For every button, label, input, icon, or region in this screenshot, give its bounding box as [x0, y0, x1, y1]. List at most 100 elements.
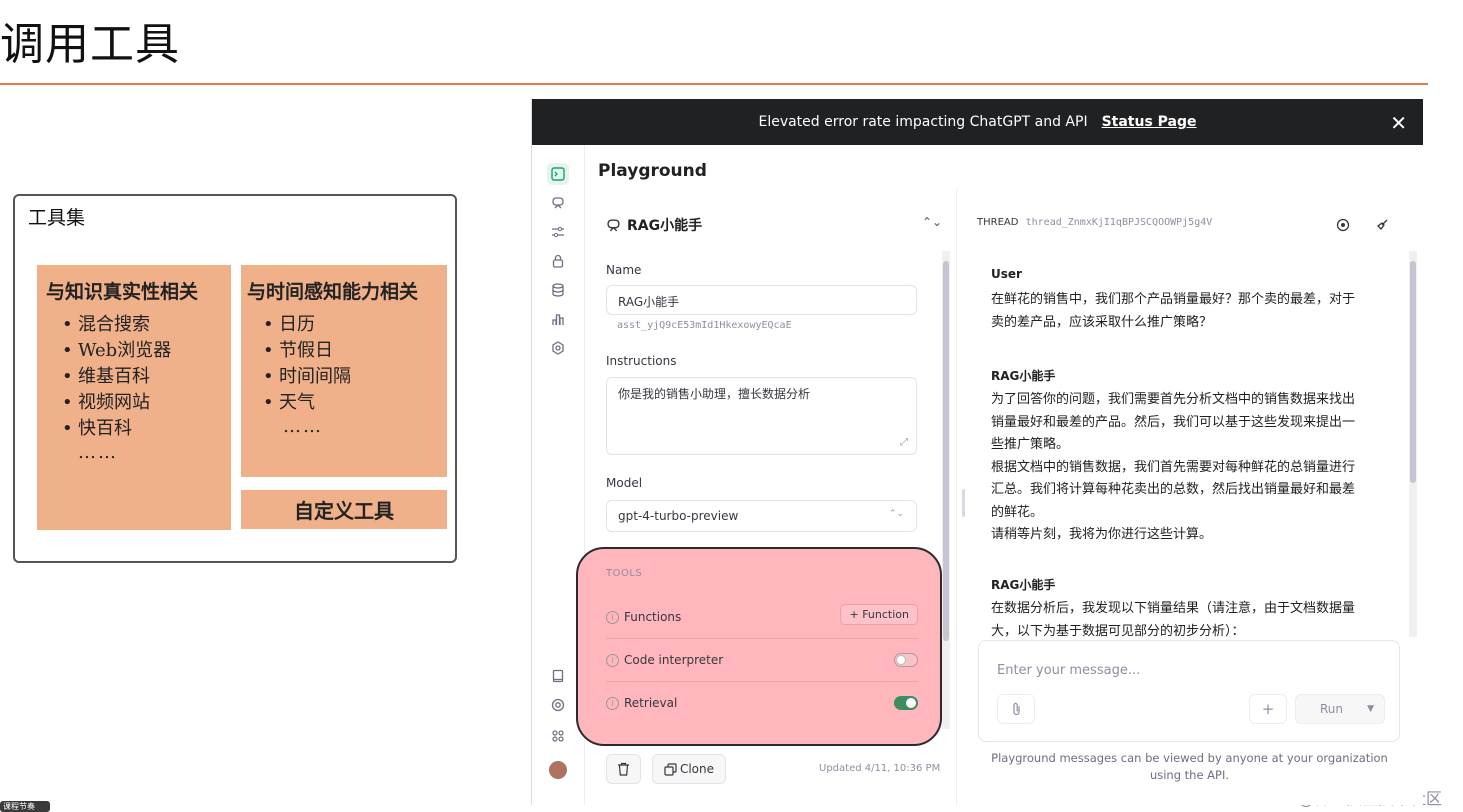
close-icon[interactable]: ✕ — [1390, 111, 1407, 135]
time-tools-card: 与时间感知能力相关 日历 节假日 时间间隔 天气 …… — [241, 265, 447, 477]
paperclip-icon — [1012, 702, 1020, 716]
knowledge-more: …… — [78, 442, 118, 463]
avatar[interactable] — [549, 761, 567, 779]
resize-handle[interactable] — [962, 489, 965, 517]
divider — [606, 681, 918, 682]
clone-label: Clone — [679, 762, 715, 776]
run-label: Run — [1320, 702, 1344, 716]
usage-chart-icon[interactable] — [547, 308, 569, 330]
clear-thread-icon[interactable] — [1375, 217, 1389, 236]
copy-icon — [664, 762, 677, 776]
message-role: RAG小能手 — [991, 578, 1056, 592]
settings-icon[interactable] — [547, 337, 569, 359]
assistant-name: RAG小能手 — [627, 218, 703, 234]
toggle-knob — [896, 655, 906, 665]
terminal-icon[interactable] — [547, 163, 569, 185]
custom-tools-card: 自定义工具 — [241, 490, 447, 529]
message-text: 为了回答你的问题，我们需要首先分析文档中的销售数据来找出销量最好和最差的产品。然… — [991, 392, 1356, 542]
database-icon[interactable] — [547, 279, 569, 301]
run-button[interactable]: Run ▼ — [1295, 694, 1385, 724]
scrollbar-thumb[interactable] — [1410, 261, 1416, 483]
playground-window: Elevated error rate impacting ChatGPT an… — [531, 99, 1423, 805]
instructions-field[interactable]: 你是我的销售小助理，擅长数据分析 ⤢ — [606, 377, 917, 455]
book-icon[interactable] — [547, 665, 569, 687]
list-item: Web浏览器 — [62, 338, 231, 364]
config-scrollbar[interactable] — [942, 251, 950, 729]
assistant-icon — [607, 218, 620, 231]
corner-tag: 课程节奏 — [0, 801, 50, 812]
divider — [606, 638, 918, 639]
info-icon[interactable]: i — [606, 653, 619, 667]
privacy-disclaimer: Playground messages can be viewed by any… — [991, 751, 1388, 782]
instructions-text: 你是我的销售小助理，擅长数据分析 — [618, 387, 811, 401]
tool-retrieval: i Retrieval — [606, 692, 918, 714]
list-item: 维基百科 — [62, 364, 231, 390]
chevron-updown-icon[interactable]: ⌃⌄ — [922, 215, 942, 229]
attach-button[interactable] — [997, 694, 1035, 724]
name-label: Name — [606, 263, 642, 277]
message-role: RAG小能手 — [991, 369, 1056, 383]
list-item: 视频网站 — [62, 390, 231, 416]
tools-section: TOOLS i Functions + Function i Code inte… — [576, 547, 942, 746]
record-icon[interactable] — [1336, 217, 1350, 236]
assistant-id: asst_yjQ9cE53mId1HkexowyEQcaE — [617, 320, 792, 331]
title-divider — [0, 83, 1428, 85]
info-icon[interactable]: i — [606, 610, 619, 624]
banner-message: Elevated error rate impacting ChatGPT an… — [758, 114, 1088, 130]
tool-label: Functions — [624, 610, 682, 624]
clone-button[interactable]: Clone — [652, 754, 726, 784]
info-icon[interactable]: i — [606, 696, 619, 710]
sliders-icon[interactable] — [547, 221, 569, 243]
time-heading: 与时间感知能力相关 — [247, 281, 419, 303]
thread-label: THREAD — [977, 217, 1019, 228]
panel-divider — [956, 189, 957, 805]
toggle-knob — [906, 698, 916, 708]
list-item: 节假日 — [263, 338, 447, 364]
list-item: 时间间隔 — [263, 364, 447, 390]
list-item: 天气 — [263, 390, 447, 416]
tools-label: TOOLS — [606, 568, 643, 579]
help-icon[interactable] — [547, 694, 569, 716]
list-item: 日历 — [263, 312, 447, 338]
slide-title: 调用工具 — [0, 19, 180, 70]
model-select[interactable]: gpt-4-turbo-preview ⌃⌄ — [606, 500, 917, 532]
knowledge-list: 混合搜索 Web浏览器 维基百科 视频网站 快百科 — [46, 312, 231, 442]
toolset-title: 工具集 — [28, 207, 86, 229]
assistant-selector[interactable]: RAG小能手 — [606, 213, 936, 237]
updated-timestamp: Updated 4/11, 10:36 PM — [819, 763, 941, 774]
retrieval-toggle[interactable] — [894, 696, 918, 710]
trash-icon — [618, 762, 629, 776]
list-item: 快百科 — [62, 416, 231, 442]
thread-scrollbar[interactable] — [1409, 251, 1417, 637]
page-title: Playground — [598, 161, 707, 181]
add-function-button[interactable]: + Function — [840, 604, 918, 625]
thread-id: thread_ZnmxKjI1qBPJSCQOOWPj5g4V — [1025, 217, 1213, 228]
time-more: …… — [283, 416, 323, 437]
tool-code-interpreter: i Code interpreter — [606, 649, 918, 671]
tool-label: Retrieval — [624, 696, 678, 710]
lock-icon[interactable] — [547, 250, 569, 272]
message-composer: Enter your message... + Run ▼ — [978, 640, 1400, 742]
message-input[interactable]: Enter your message... — [997, 663, 1140, 678]
knowledge-heading: 与知识真实性相关 — [46, 281, 199, 303]
tool-label: Code interpreter — [624, 653, 724, 667]
message-text: 在数据分析后，我发现以下销量结果（请注意，由于文档数据量大，以下为基于数据可见部… — [991, 601, 1356, 639]
status-banner: Elevated error rate impacting ChatGPT an… — [532, 99, 1423, 145]
expand-icon[interactable]: ⤢ — [900, 437, 908, 448]
assistant-icon[interactable] — [547, 192, 569, 214]
thread-header: THREAD thread_ZnmxKjI1qBPJSCQOOWPj5g4V — [977, 217, 1212, 228]
name-field[interactable]: RAG小能手 — [606, 285, 917, 315]
code-interpreter-toggle[interactable] — [894, 653, 918, 667]
add-message-button[interactable]: + — [1249, 694, 1287, 724]
chevron-updown-icon: ⌃⌄ — [888, 509, 904, 519]
delete-button[interactable] — [606, 754, 641, 784]
apps-grid-icon[interactable] — [547, 725, 569, 747]
list-item: 混合搜索 — [62, 312, 231, 338]
model-label: Model — [606, 476, 643, 490]
time-list: 日历 节假日 时间间隔 天气 — [247, 312, 447, 416]
instructions-label: Instructions — [606, 354, 677, 368]
scrollbar-thumb[interactable] — [943, 261, 949, 641]
message-role: User — [991, 267, 1022, 281]
chevron-down-icon[interactable]: ▼ — [1367, 704, 1374, 714]
status-page-link[interactable]: Status Page — [1102, 114, 1197, 130]
